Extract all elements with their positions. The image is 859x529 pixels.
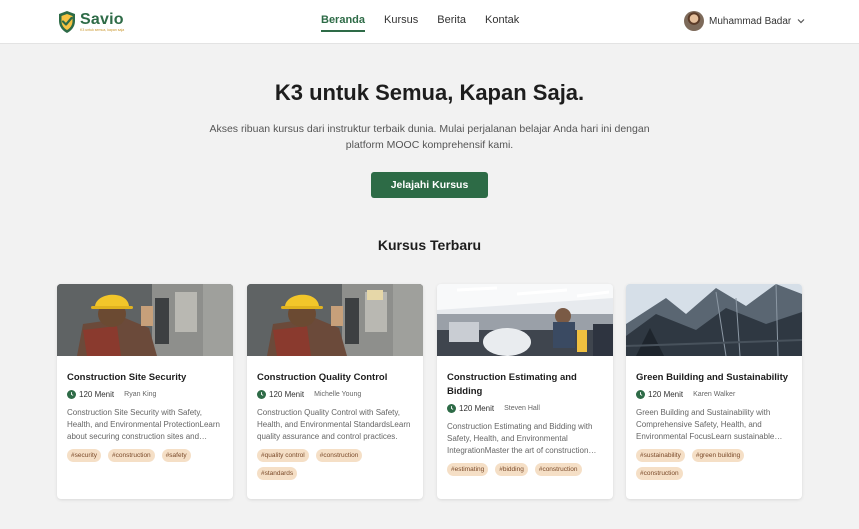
- course-tag[interactable]: #safety: [161, 449, 191, 462]
- nav-kontak[interactable]: Kontak: [485, 14, 519, 26]
- course-description: Green Building and Sustainability with C…: [636, 408, 775, 441]
- course-tag[interactable]: #estimating: [447, 463, 489, 476]
- course-author: Karen Walker: [693, 391, 736, 398]
- course-tag[interactable]: #construction: [534, 463, 582, 476]
- course-card[interactable]: Green Building and Sustainability 120 Me…: [626, 284, 802, 499]
- avatar: [684, 11, 704, 31]
- course-title: Construction Estimating and Bidding: [447, 372, 577, 397]
- course-duration: 120 Menit: [79, 390, 115, 399]
- course-tag[interactable]: #quality control: [257, 449, 309, 462]
- course-card[interactable]: Construction Site Security 120 Menit Rya…: [57, 284, 233, 499]
- course-tag[interactable]: #construction: [315, 449, 363, 462]
- course-thumbnail: [437, 284, 613, 356]
- course-tag[interactable]: #green building: [691, 449, 745, 462]
- course-description: Construction Site Security with Safety, …: [67, 408, 220, 441]
- top-navbar: Savio K3 untuk semua, kapan saja Beranda…: [0, 0, 859, 44]
- main-nav: Beranda Kursus Berita Kontak: [321, 14, 538, 32]
- course-description: Construction Quality Control with Safety…: [257, 408, 411, 441]
- hero-title: K3 untuk Semua, Kapan Saja.: [274, 80, 585, 105]
- course-duration: 120 Menit: [269, 390, 305, 399]
- course-tag[interactable]: #construction: [108, 449, 155, 462]
- course-duration: 120 Menit: [459, 404, 495, 413]
- user-menu[interactable]: Muhammad Badar: [684, 11, 805, 31]
- chevron-down-icon: [797, 19, 805, 24]
- clock-icon: [447, 404, 456, 413]
- explore-courses-button[interactable]: Jelajahi Kursus: [371, 172, 488, 198]
- shield-check-icon: [59, 11, 75, 33]
- clock-icon: [636, 390, 645, 399]
- course-tag[interactable]: #security: [67, 449, 102, 462]
- nav-beranda[interactable]: Beranda: [321, 14, 366, 32]
- course-card[interactable]: Construction Estimating and Bidding 120 …: [437, 284, 613, 499]
- logo[interactable]: Savio K3 untuk semua, kapan saja: [57, 9, 124, 35]
- course-author: Steven Hall: [504, 405, 540, 412]
- course-thumbnail: [626, 284, 802, 356]
- logo-name: Savio: [80, 10, 124, 28]
- course-title: Construction Quality Control: [257, 372, 388, 383]
- course-author: Ryan King: [124, 391, 157, 398]
- nav-berita[interactable]: Berita: [437, 14, 466, 26]
- course-card[interactable]: Construction Quality Control 120 Menit M…: [247, 284, 423, 499]
- course-tag[interactable]: #construction: [636, 467, 683, 480]
- course-tag[interactable]: #standards: [257, 467, 298, 480]
- course-description: Construction Estimating and Bidding with…: [447, 422, 593, 455]
- course-title: Green Building and Sustainability: [636, 372, 789, 383]
- course-author: Michelle Young: [314, 391, 362, 398]
- course-title: Construction Site Security: [67, 372, 187, 383]
- clock-icon: [257, 390, 266, 399]
- user-name: Muhammad Badar: [709, 15, 792, 27]
- section-title: Kursus Terbaru: [377, 237, 482, 253]
- course-duration: 120 Menit: [648, 390, 684, 399]
- course-thumbnail: [247, 284, 423, 356]
- course-tag[interactable]: #sustainability: [636, 449, 685, 462]
- nav-kursus[interactable]: Kursus: [384, 14, 418, 26]
- logo-tagline: K3 untuk semua, kapan saja: [80, 27, 125, 32]
- course-thumbnail: [57, 284, 233, 356]
- course-tag[interactable]: #bidding: [495, 463, 528, 476]
- clock-icon: [67, 390, 76, 399]
- hero-subtitle: Akses ribuan kursus dari instruktur terb…: [209, 123, 650, 151]
